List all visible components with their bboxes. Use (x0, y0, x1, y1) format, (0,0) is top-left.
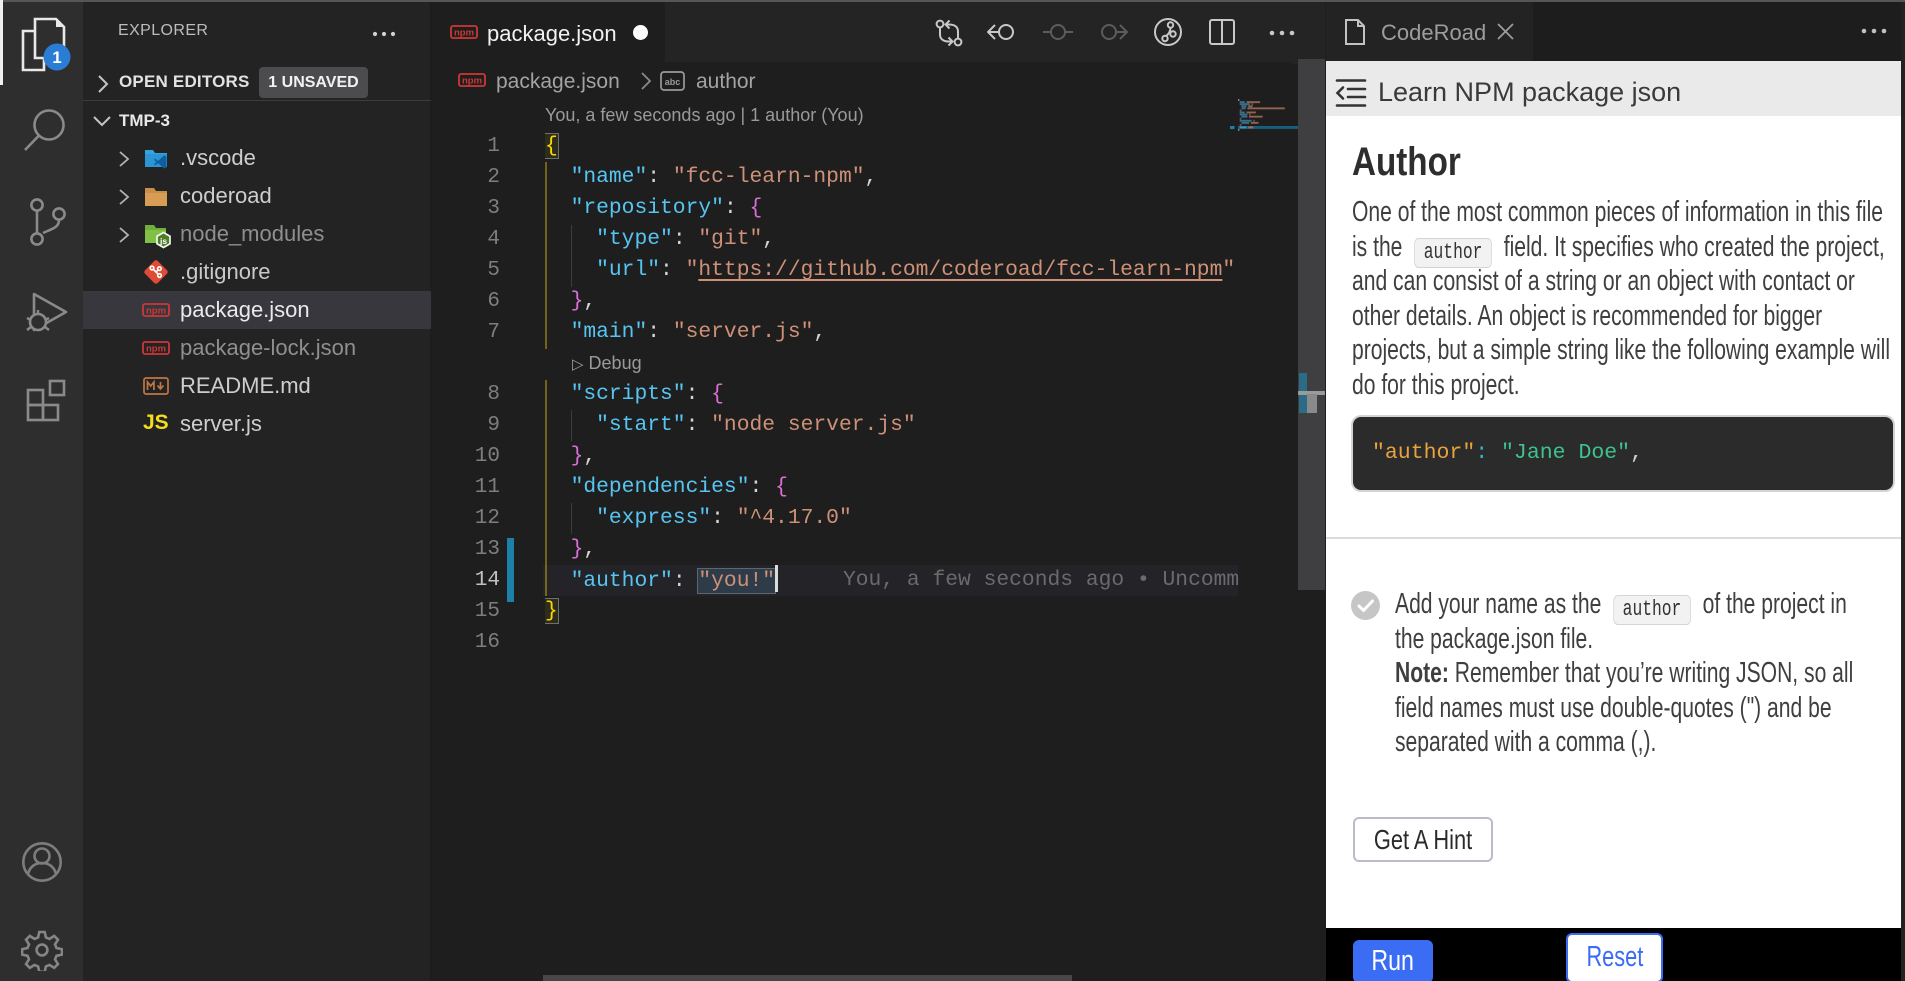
svg-text:npm: npm (146, 344, 166, 355)
svg-text:npm: npm (146, 306, 166, 317)
svg-text:npm: npm (454, 28, 474, 39)
svg-text:abc: abc (665, 77, 681, 87)
svg-text:js: js (159, 236, 167, 246)
svg-text:npm: npm (462, 76, 482, 87)
svg-text:1: 1 (52, 48, 61, 67)
